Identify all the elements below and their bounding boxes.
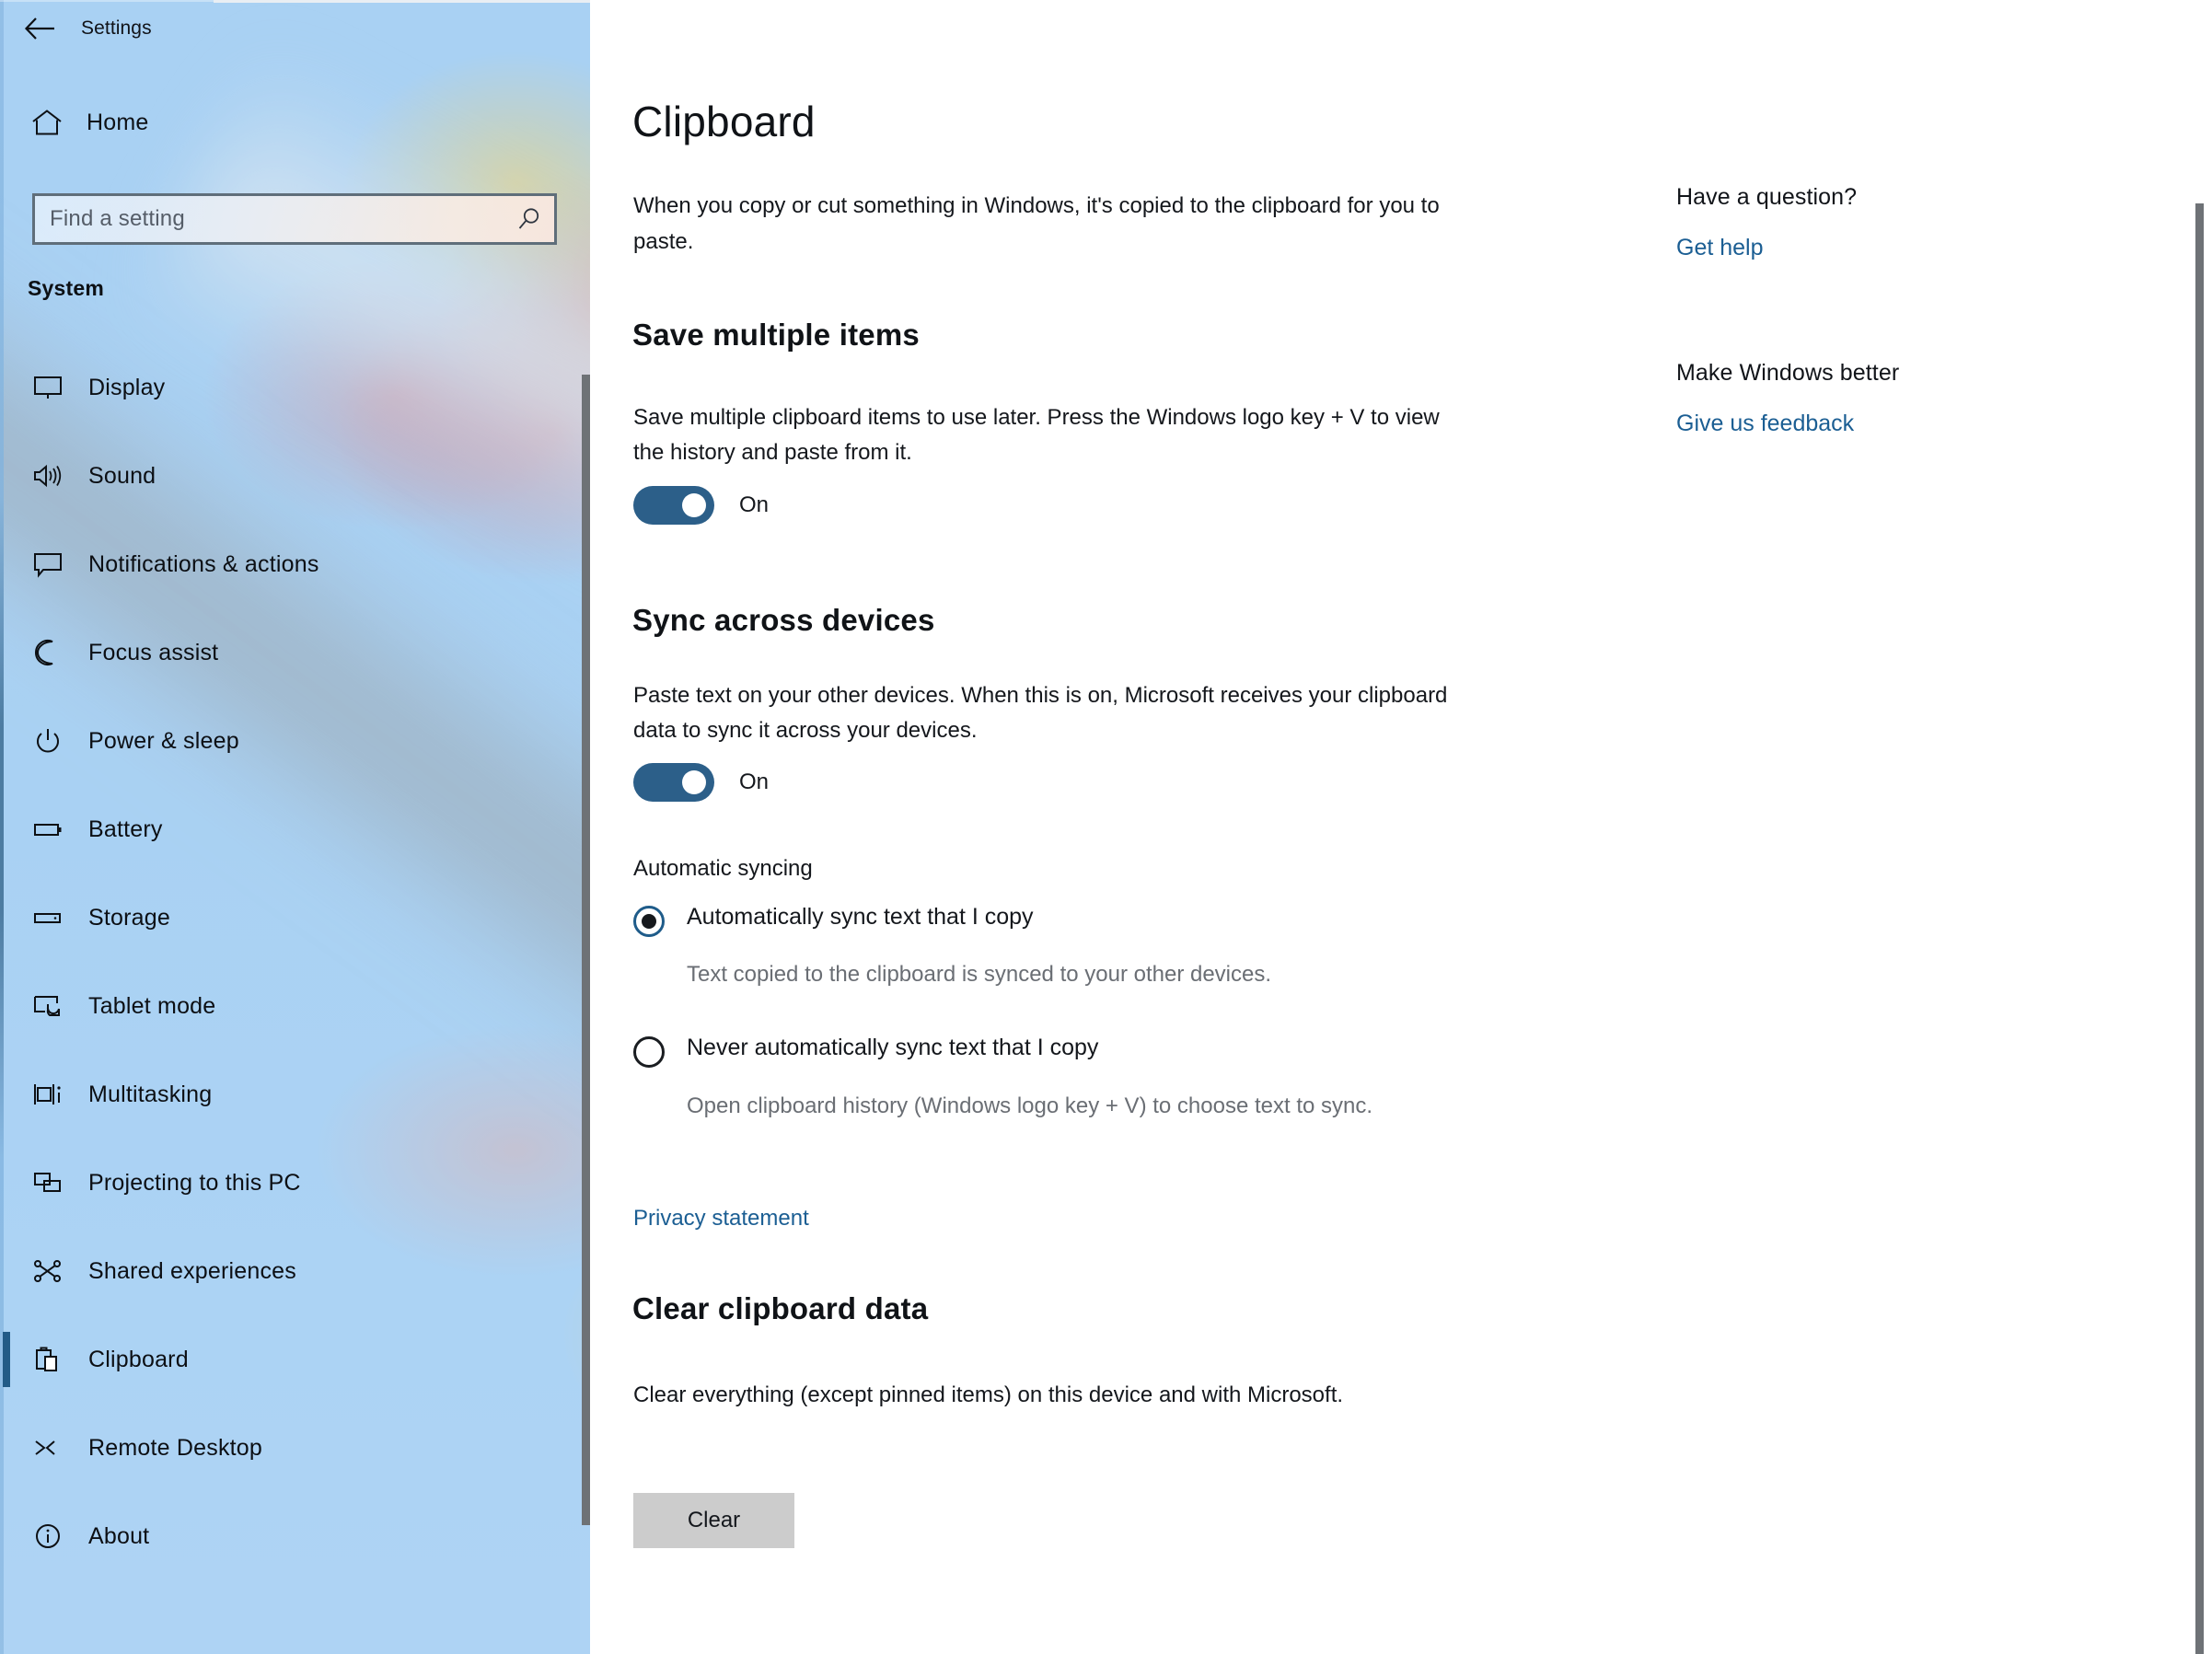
section-heading-save-multiple-items: Save multiple items: [632, 318, 920, 352]
sidebar-item-label: Shared experiences: [88, 1257, 296, 1284]
radio-label: Automatically sync text that I copy: [687, 904, 1034, 930]
sidebar-item-focus-assist[interactable]: Focus assist: [0, 608, 590, 697]
toggle-knob: [682, 770, 706, 794]
section-heading-clear-clipboard-data: Clear clipboard data: [632, 1291, 929, 1325]
sync-across-devices-toggle[interactable]: [633, 763, 714, 802]
search-input[interactable]: [35, 206, 504, 232]
sidebar-item-label: Tablet mode: [88, 992, 216, 1019]
tablet-touch-icon: [28, 986, 68, 1026]
sidebar-item-label: Notifications & actions: [88, 550, 319, 577]
toggle-knob: [682, 493, 706, 517]
automatic-syncing-label: Automatic syncing: [633, 856, 813, 881]
radio-button[interactable]: [633, 1036, 665, 1068]
privacy-statement-link[interactable]: Privacy statement: [633, 1206, 809, 1232]
sidebar-item-shared-experiences[interactable]: Shared experiences: [0, 1227, 590, 1315]
sidebar-item-label: Focus assist: [88, 639, 219, 665]
monitor-icon: [28, 367, 68, 408]
sidebar-item-remote-desktop[interactable]: Remote Desktop: [0, 1404, 590, 1492]
sidebar-item-power-sleep[interactable]: Power & sleep: [0, 697, 590, 785]
info-circle-icon: [28, 1516, 68, 1556]
get-help-link[interactable]: Get help: [1676, 235, 1764, 261]
save-multiple-items-toggle[interactable]: [633, 486, 714, 525]
save-multiple-items-toggle-state: On: [739, 492, 770, 517]
app-title: Settings: [81, 17, 152, 39]
sidebar-item-label: Sound: [88, 462, 156, 489]
content-scrollbar[interactable]: [2195, 203, 2204, 1654]
back-button[interactable]: [11, 6, 68, 52]
sidebar-item-clipboard[interactable]: Clipboard: [0, 1315, 590, 1404]
chat-bubble-icon: [28, 544, 68, 584]
content-pane: Clipboard When you copy or cut something…: [590, 0, 2212, 1654]
sidebar-item-notifications[interactable]: Notifications & actions: [0, 520, 590, 608]
settings-window: Settings Home System: [0, 0, 2212, 1654]
sync-across-devices-toggle-row: On: [633, 763, 769, 802]
selection-indicator: [3, 1332, 10, 1387]
sidebar-item-home-label: Home: [87, 109, 149, 135]
sidebar-item-label: Multitasking: [88, 1081, 213, 1107]
sidebar-item-label: Remote Desktop: [88, 1434, 262, 1461]
sidebar-item-label: Display: [88, 374, 166, 400]
sidebar-item-display[interactable]: Display: [0, 343, 590, 432]
sidebar-item-projecting[interactable]: Projecting to this PC: [0, 1139, 590, 1227]
speaker-icon: [28, 456, 68, 496]
help-question-heading: Have a question?: [1676, 184, 1858, 210]
radio-help-never-sync: Open clipboard history (Windows logo key…: [687, 1093, 1373, 1118]
sidebar-item-label: Battery: [88, 815, 163, 842]
sidebar-item-label: Power & sleep: [88, 727, 239, 754]
radio-button[interactable]: [633, 906, 665, 937]
sidebar-item-battery[interactable]: Battery: [0, 785, 590, 873]
navigation-pane: Settings Home System: [0, 0, 590, 1654]
home-icon: [28, 109, 66, 136]
radio-help-automatically-sync: Text copied to the clipboard is synced t…: [687, 962, 1272, 987]
sync-across-devices-description: Paste text on your other devices. When t…: [633, 683, 1448, 743]
page-title: Clipboard: [632, 98, 816, 145]
radio-dot: [642, 914, 656, 929]
power-icon: [28, 721, 68, 761]
sidebar-scrollbar[interactable]: [582, 375, 590, 1525]
sidebar-item-about[interactable]: About: [0, 1492, 590, 1580]
give-us-feedback-link[interactable]: Give us feedback: [1676, 411, 1854, 437]
radio-never-sync[interactable]: Never automatically sync text that I cop…: [633, 1035, 1098, 1068]
radio-label: Never automatically sync text that I cop…: [687, 1035, 1099, 1060]
make-windows-better-heading: Make Windows better: [1676, 360, 1900, 386]
share-nodes-icon: [28, 1251, 68, 1291]
search-icon[interactable]: [504, 206, 554, 232]
sidebar-item-multitasking[interactable]: Multitasking: [0, 1050, 590, 1139]
clipboard-icon: [28, 1339, 68, 1380]
sidebar-item-label: About: [88, 1522, 150, 1549]
storage-icon: [28, 897, 68, 938]
clear-clipboard-description: Clear everything (except pinned items) o…: [633, 1382, 1344, 1407]
sync-across-devices-toggle-state: On: [739, 769, 770, 794]
radio-automatically-sync[interactable]: Automatically sync text that I copy: [633, 904, 1034, 937]
sidebar-item-label: Projecting to this PC: [88, 1169, 301, 1196]
multitasking-icon: [28, 1074, 68, 1115]
sidebar-item-tablet-mode[interactable]: Tablet mode: [0, 962, 590, 1050]
projecting-icon: [28, 1162, 68, 1203]
sidebar-nav-list: Display Sound Notifications & actions Fo…: [0, 343, 590, 1580]
remote-desktop-icon: [28, 1428, 68, 1468]
sidebar-item-sound[interactable]: Sound: [0, 432, 590, 520]
sidebar-item-label: Storage: [88, 904, 170, 931]
titlebar: Settings: [0, 0, 590, 57]
battery-icon: [28, 809, 68, 850]
sidebar-item-label: Clipboard: [88, 1346, 189, 1372]
search-box[interactable]: [32, 193, 557, 245]
section-heading-sync-across-devices: Sync across devices: [632, 603, 935, 637]
sidebar-section-label: System: [28, 276, 105, 300]
sidebar-item-home[interactable]: Home: [0, 95, 571, 150]
save-multiple-items-description: Save multiple clipboard items to use lat…: [633, 405, 1440, 465]
page-intro-text: When you copy or cut something in Window…: [633, 193, 1440, 254]
save-multiple-items-toggle-row: On: [633, 486, 769, 525]
clear-button[interactable]: Clear: [633, 1493, 794, 1548]
sidebar-item-storage[interactable]: Storage: [0, 873, 590, 962]
moon-icon: [28, 632, 68, 673]
